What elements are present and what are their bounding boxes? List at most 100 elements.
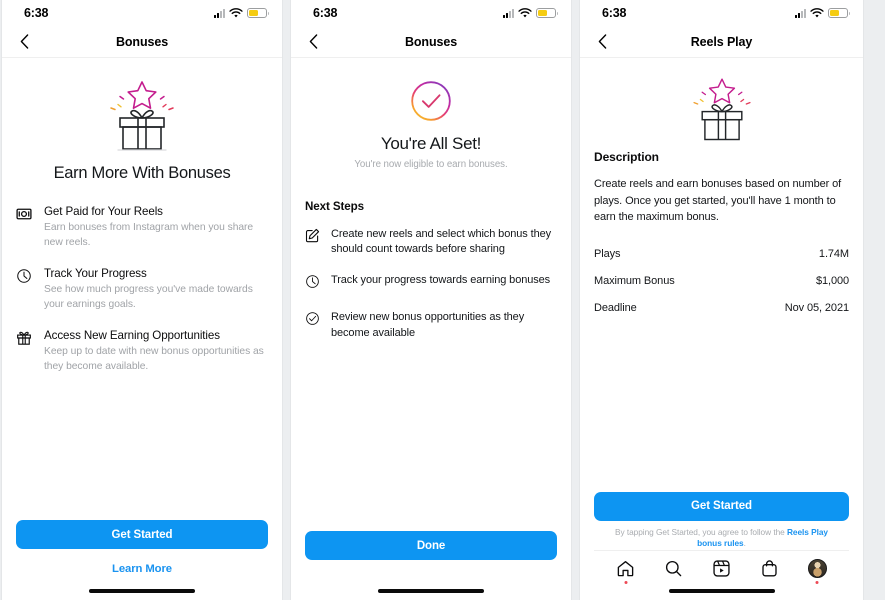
get-started-button[interactable]: Get Started <box>16 520 268 549</box>
wifi-icon <box>518 7 532 17</box>
home-indicator <box>378 589 484 593</box>
chevron-left-icon <box>20 34 28 49</box>
gift-illustration-container <box>2 58 282 154</box>
feature-text: Access New Earning Opportunities Keep up… <box>42 329 269 374</box>
gift-icon <box>16 329 42 374</box>
wifi-icon <box>229 7 243 17</box>
screen2-bottom-actions: Done <box>291 531 571 600</box>
disclaimer-prefix: By tapping Get Started, you agree to fol… <box>615 526 787 537</box>
profile-avatar-icon <box>807 559 827 578</box>
step-item-track-progress: Track your progress towards earning bonu… <box>305 273 559 294</box>
back-button[interactable] <box>302 31 324 53</box>
disclaimer-suffix: . <box>743 538 746 549</box>
battery-low-power-icon <box>247 8 269 18</box>
screen2-body: You're All Set! You're now eligible to e… <box>291 58 571 600</box>
stat-label: Maximum Bonus <box>594 274 675 287</box>
screenshot-panels: 6:38 Bonuses Earn More With Bonuses Get … <box>0 0 885 600</box>
chevron-left-icon <box>598 34 606 49</box>
status-bar: 6:38 <box>2 0 282 26</box>
success-title: You're All Set! <box>380 134 482 153</box>
back-button[interactable] <box>13 31 35 53</box>
step-text: Create new reels and select which bonus … <box>331 228 552 256</box>
clock-icon <box>305 273 331 294</box>
notification-dot <box>815 580 819 584</box>
feature-text: Get Paid for Your Reels Earn bonuses fro… <box>42 205 269 250</box>
hero-title: Earn More With Bonuses <box>53 164 231 182</box>
screen-bonuses-confirmation: 6:38 Bonuses You're All Set! You're now … <box>290 0 572 600</box>
status-indicators <box>214 7 269 19</box>
terms-disclaimer: By tapping Get Started, you agree to fol… <box>594 521 849 550</box>
battery-low-power-icon <box>828 8 850 18</box>
stat-label: Deadline <box>594 301 637 314</box>
gradient-check-circle-icon <box>411 81 451 121</box>
step-item-create-reels: Create new reels and select which bonus … <box>305 227 559 257</box>
tab-profile[interactable] <box>800 555 834 584</box>
feature-item-new-opportunities: Access New Earning Opportunities Keep up… <box>16 329 269 374</box>
stat-value: 1.74M <box>818 247 849 260</box>
feature-description: Keep up to date with new bonus opportuni… <box>44 346 264 373</box>
feature-list: Get Paid for Your Reels Earn bonuses fro… <box>2 205 282 375</box>
next-steps-heading: Next Steps <box>305 200 364 213</box>
page-title: Bonuses <box>115 34 169 49</box>
screen3-body: Description Create reels and earn bonuse… <box>580 58 863 600</box>
feature-description: Earn bonuses from Instagram when you sha… <box>44 222 254 248</box>
stat-row-maximum-bonus: Maximum Bonus $1,000 <box>594 267 849 294</box>
screen3-bottom-actions: Get Started By tapping Get Started, you … <box>580 491 863 600</box>
compose-edit-icon <box>305 227 331 248</box>
bonus-stats-list: Plays 1.74M Maximum Bonus $1,000 Deadlin… <box>580 240 863 321</box>
home-icon <box>618 561 634 577</box>
page-title: Bonuses <box>404 34 458 49</box>
page-title: Reels Play <box>690 34 753 49</box>
battery-low-power-icon <box>536 8 558 18</box>
stat-label: Plays <box>594 247 621 260</box>
nav-header: Bonuses <box>291 26 571 58</box>
screen1-body: Earn More With Bonuses Get Paid for Your… <box>2 58 282 600</box>
next-steps-list: Create new reels and select which bonus … <box>291 227 571 341</box>
home-indicator <box>668 589 775 593</box>
description-heading: Description <box>594 150 659 164</box>
gift-box-with-star-icon <box>110 81 174 151</box>
success-subtitle: You're now eligible to earn bonuses. <box>354 159 508 170</box>
status-indicators <box>795 7 850 19</box>
status-time: 6:38 <box>24 6 49 20</box>
get-started-button[interactable]: Get Started <box>594 491 849 521</box>
stat-row-deadline: Deadline Nov 05, 2021 <box>594 294 849 321</box>
screen-bonuses-intro: 6:38 Bonuses Earn More With Bonuses Get … <box>1 0 283 600</box>
screen-reels-play-detail: 6:38 Reels Play Description Create reels… <box>579 0 864 600</box>
reels-icon <box>713 560 730 577</box>
step-item-review-opportunities: Review new bonus opportunities as they b… <box>305 310 559 340</box>
status-bar: 6:38 <box>580 0 863 26</box>
description-body: Create reels and earn bonuses based on n… <box>594 178 842 224</box>
tab-search[interactable] <box>657 555 691 583</box>
stat-row-plays: Plays 1.74M <box>594 240 849 267</box>
stat-value: $1,000 <box>815 274 849 287</box>
back-button[interactable] <box>591 31 613 53</box>
feature-text: Track Your Progress See how much progres… <box>42 267 269 312</box>
home-indicator <box>89 589 195 593</box>
search-icon <box>666 560 682 577</box>
feature-title: Get Paid for Your Reels <box>44 205 163 218</box>
tab-reels[interactable] <box>704 555 738 583</box>
feature-title: Track Your Progress <box>44 267 147 281</box>
check-circle-icon <box>305 310 331 331</box>
wifi-icon <box>810 7 824 17</box>
status-bar: 6:38 <box>291 0 571 26</box>
tab-home[interactable] <box>609 555 643 584</box>
status-time: 6:38 <box>313 6 338 20</box>
success-icon-container <box>291 58 571 122</box>
chevron-left-icon <box>309 34 317 49</box>
nav-header: Bonuses <box>2 26 282 58</box>
tab-shop[interactable] <box>752 555 786 583</box>
status-indicators <box>503 7 558 19</box>
done-button[interactable]: Done <box>305 531 557 560</box>
money-banknote-icon <box>16 205 42 250</box>
step-text: Track your progress towards earning bonu… <box>331 274 551 287</box>
learn-more-link[interactable]: Learn More <box>16 549 268 575</box>
cellular-signal-icon <box>795 8 806 18</box>
feature-item-track-progress: Track Your Progress See how much progres… <box>16 267 269 312</box>
step-text: Review new bonus opportunities as they b… <box>331 311 525 339</box>
feature-description: See how much progress you've made toward… <box>44 284 253 310</box>
screen1-bottom-actions: Get Started Learn More <box>2 520 282 600</box>
notification-dot <box>624 580 628 584</box>
nav-header: Reels Play <box>580 26 863 58</box>
